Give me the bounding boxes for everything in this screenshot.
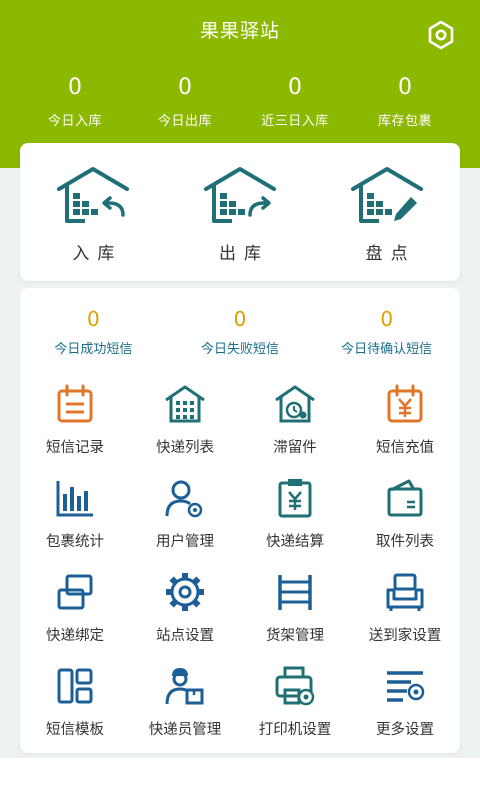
grid-item-printer-settings[interactable]: 打印机设置	[240, 664, 350, 758]
grid-item-sms-template[interactable]: 短信模板	[20, 664, 130, 758]
grid-item-express-settlement[interactable]: 快递结算	[240, 476, 350, 570]
stat-label: 近三日入库	[261, 114, 329, 129]
grid-item-label: 快递结算	[266, 534, 324, 550]
grid-item-sms-records[interactable]: 短信记录	[20, 382, 130, 476]
bar-chart-icon	[56, 481, 93, 517]
grid-item-user-management[interactable]: 用户管理	[130, 476, 240, 570]
op-label: 出库	[219, 244, 269, 264]
grid-item-more-settings[interactable]: 更多设置	[350, 664, 460, 758]
stat-today-in[interactable]: 0 今日入库	[20, 74, 130, 134]
grid-item-label: 更多设置	[376, 722, 434, 738]
sofa-icon	[386, 573, 424, 611]
grid-item-express-binding[interactable]: 快递绑定	[20, 570, 130, 664]
stat-three-day-in[interactable]: 0 近三日入库	[240, 74, 350, 134]
clock-house-icon	[275, 385, 315, 423]
sms-label: 今日待确认短信	[341, 342, 433, 357]
grid-item-label: 快递绑定	[46, 628, 104, 644]
operations-card: 入库 出库 盘点	[20, 143, 460, 281]
stat-label: 库存包裹	[377, 114, 432, 129]
warehouse-inventory-icon	[350, 167, 423, 223]
grid-item-site-settings[interactable]: 站点设置	[130, 570, 240, 664]
grid-item-label: 快递员管理	[148, 722, 222, 738]
stat-stock[interactable]: 0 库存包裹	[350, 74, 460, 134]
op-label: 盘点	[365, 244, 416, 264]
gear-icon	[166, 573, 204, 611]
list-gear-icon	[387, 671, 425, 702]
grid-item-courier-management[interactable]: 快递员管理	[130, 664, 240, 758]
grid-item-label: 用户管理	[156, 534, 214, 550]
settings-button[interactable]	[426, 20, 456, 50]
wallet-icon	[387, 479, 423, 517]
main-card: 0 今日成功短信 0 今日失败短信 0 今日待确认短信 短信记录 快递列表 滞留…	[20, 288, 460, 753]
courier-icon	[165, 668, 204, 705]
sms-label: 今日成功短信	[54, 342, 133, 357]
warehouse-in-icon	[57, 167, 130, 223]
grid-item-sms-recharge[interactable]: 短信充值	[350, 382, 460, 476]
grid-item-express-list[interactable]: 快递列表	[130, 382, 240, 476]
grid-item-label: 滞留件	[273, 440, 317, 456]
grid-item-label: 短信充值	[376, 440, 434, 456]
function-grid: 短信记录 快递列表 滞留件 短信充值 包裹统计 用户管理 快递结算 取件列表 快…	[20, 382, 460, 758]
grid-item-home-delivery-settings[interactable]: 送到家设置	[350, 570, 460, 664]
warehouse-out-icon	[204, 167, 276, 223]
grid-item-stranded[interactable]: 滞留件	[240, 382, 350, 476]
op-stock-in[interactable]: 入库	[20, 143, 167, 281]
sms-pending[interactable]: 0 今日待确认短信	[313, 306, 460, 357]
grid-item-label: 送到家设置	[368, 628, 442, 644]
stat-value: 0	[178, 75, 192, 100]
sms-stats-row: 0 今日成功短信 0 今日失败短信 0 今日待确认短信	[20, 306, 460, 357]
layout-icon	[57, 668, 93, 704]
calendar-icon	[57, 384, 93, 423]
grid-item-package-stats[interactable]: 包裹统计	[20, 476, 130, 570]
op-label: 入库	[72, 244, 123, 264]
sms-value: 0	[86, 307, 100, 331]
sms-value: 0	[380, 307, 394, 331]
yen-calendar-icon	[387, 384, 423, 423]
stat-value: 0	[398, 75, 412, 100]
sms-failed[interactable]: 0 今日失败短信	[167, 306, 314, 357]
building-icon	[165, 385, 205, 423]
settings-hex-icon	[428, 20, 454, 50]
stat-label: 今日入库	[47, 114, 102, 129]
stats-row: 0 今日入库 0 今日出库 0 近三日入库 0 库存包裹	[20, 74, 460, 134]
printer-gear-icon	[275, 666, 315, 706]
sms-success[interactable]: 0 今日成功短信	[20, 306, 167, 357]
op-inventory[interactable]: 盘点	[313, 143, 460, 281]
grid-item-label: 包裹统计	[46, 534, 104, 550]
stat-value: 0	[68, 75, 82, 100]
page-title: 果果驿站	[199, 20, 280, 42]
grid-item-label: 短信记录	[46, 440, 104, 456]
stat-label: 今日出库	[157, 114, 212, 129]
grid-item-label: 短信模板	[46, 722, 104, 738]
grid-item-label: 站点设置	[156, 628, 214, 644]
sms-label: 今日失败短信	[201, 342, 280, 357]
grid-item-label: 打印机设置	[258, 722, 332, 738]
grid-item-pickup-list[interactable]: 取件列表	[350, 476, 460, 570]
grid-item-label: 取件列表	[376, 534, 434, 550]
grid-item-label: 快递列表	[156, 440, 214, 456]
grid-item-shelf-management[interactable]: 货架管理	[240, 570, 350, 664]
grid-item-label: 货架管理	[266, 628, 324, 644]
yen-clipboard-icon	[278, 479, 312, 518]
stat-today-out[interactable]: 0 今日出库	[130, 74, 240, 134]
stat-value: 0	[288, 75, 302, 100]
shelf-icon	[278, 575, 312, 610]
op-stock-out[interactable]: 出库	[167, 143, 314, 281]
bottom-area	[0, 758, 480, 800]
user-gear-icon	[165, 480, 203, 518]
sms-value: 0	[233, 307, 247, 331]
link-squares-icon	[57, 574, 93, 610]
